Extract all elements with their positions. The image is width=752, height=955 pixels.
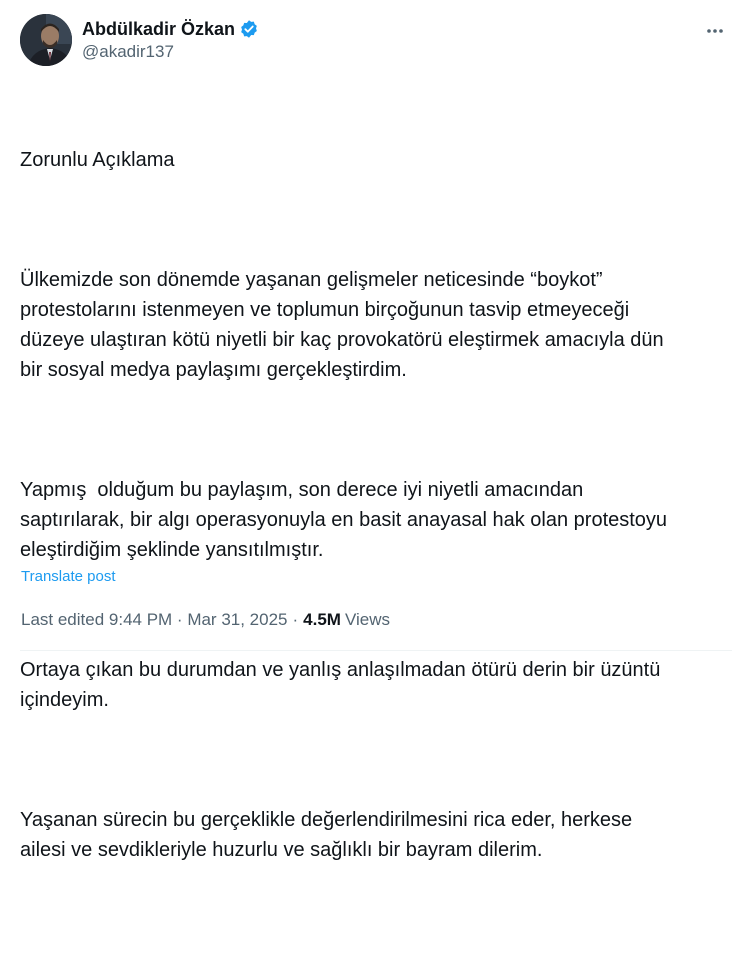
author-names: Abdülkadir Özkan @akadir137 [82, 18, 259, 62]
tweet-paragraph: Ülkemizde son dönemde yaşanan gelişmeler… [20, 269, 664, 381]
handle[interactable]: @akadir137 [82, 42, 259, 62]
views-count: 4.5M [303, 610, 341, 629]
avatar-image [20, 14, 72, 66]
tweet-header: Abdülkadir Özkan @akadir137 [20, 14, 732, 68]
tweet-text: Zorunlu Açıklama Ülkemizde son dönemde y… [20, 85, 735, 955]
name-row: Abdülkadir Özkan [82, 18, 259, 40]
tweet-paragraph: Yapmış olduğum bu paylaşım, son derece i… [20, 479, 668, 561]
divider [20, 650, 732, 651]
verified-badge-icon [239, 19, 259, 39]
display-name[interactable]: Abdülkadir Özkan [82, 19, 235, 40]
tweet-detail: Abdülkadir Özkan @akadir137 Zorunlu Açık… [0, 0, 752, 861]
tweet-meta: Last edited 9:44 PM · Mar 31, 2025 · 4.5… [21, 610, 390, 630]
avatar[interactable] [20, 14, 72, 66]
tweet-paragraph: Zorunlu Açıklama [20, 149, 175, 171]
edited-timestamp[interactable]: Last edited 9:44 PM · Mar 31, 2025 [21, 610, 288, 630]
meta-separator: · [292, 610, 299, 629]
views-label: Views [344, 610, 391, 629]
tweet-paragraph: Ortaya çıkan bu durumdan ve yanlış anlaş… [20, 659, 661, 711]
tweet-paragraph: Yaşanan sürecin bu gerçeklikle değerlend… [20, 809, 633, 861]
more-options-icon[interactable] [698, 16, 732, 46]
translate-post-link[interactable]: Translate post [21, 568, 116, 585]
